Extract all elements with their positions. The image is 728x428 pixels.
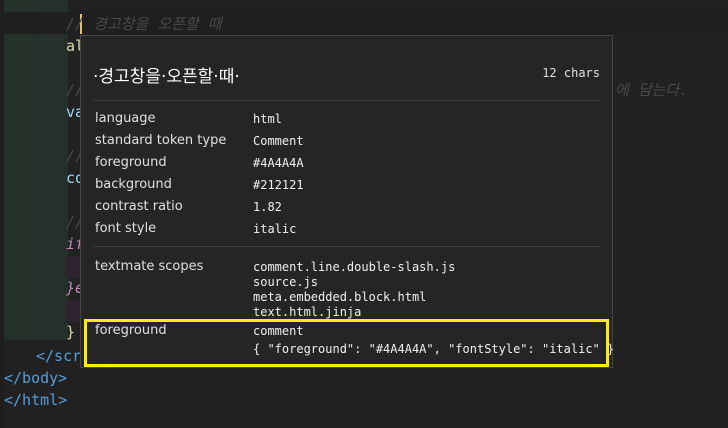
indent-guide <box>4 0 36 340</box>
bracket-highlight <box>66 300 80 322</box>
label-standard-token-type: standard token type <box>95 133 227 148</box>
label-contrast-ratio: contrast ratio <box>95 199 183 214</box>
code-line-close-html[interactable]: </html> <box>4 390 67 410</box>
code-comment-line[interactable]: // 경고창을 오픈할 때 <box>66 14 222 34</box>
scope-item: meta.embedded.block.html <box>253 290 427 304</box>
scope-item: text.html.jinja <box>253 305 362 319</box>
value-language: html <box>253 112 282 126</box>
value-font-style: italic <box>253 222 297 236</box>
label-background: background <box>95 177 172 192</box>
code-line[interactable]: } <box>66 322 75 342</box>
scope-item: source.js <box>253 275 319 289</box>
value-foreground: #4A4A4A <box>253 156 304 170</box>
value-background: #212121 <box>253 178 304 192</box>
scope-item: comment.line.double-slash.js <box>253 260 456 274</box>
char-count: 12 chars <box>542 66 600 80</box>
bracket-highlight <box>66 256 80 278</box>
label-language: language <box>95 111 156 126</box>
token-inspector-hover: ·경고창을·오픈할·때· 12 chars language html stan… <box>80 35 615 368</box>
code-comment-overflow[interactable]: 에 담는다. <box>615 80 688 100</box>
label-rule-foreground: foreground <box>95 323 167 338</box>
rule-json: { "foreground": "#4A4A4A", "fontStyle": … <box>253 342 615 356</box>
label-foreground: foreground <box>95 155 167 170</box>
label-font-style: font style <box>95 221 157 236</box>
value-contrast-ratio: 1.82 <box>253 200 282 214</box>
divider <box>93 100 600 101</box>
code-line-close-body[interactable]: </body> <box>4 368 67 388</box>
token-text-title: ·경고창을·오픈할·때· <box>93 67 240 87</box>
indent-guide <box>36 0 68 340</box>
rule-name: comment <box>253 324 304 338</box>
value-standard-token-type: Comment <box>253 134 304 148</box>
divider <box>93 246 600 247</box>
label-textmate-scopes: textmate scopes <box>95 259 204 274</box>
